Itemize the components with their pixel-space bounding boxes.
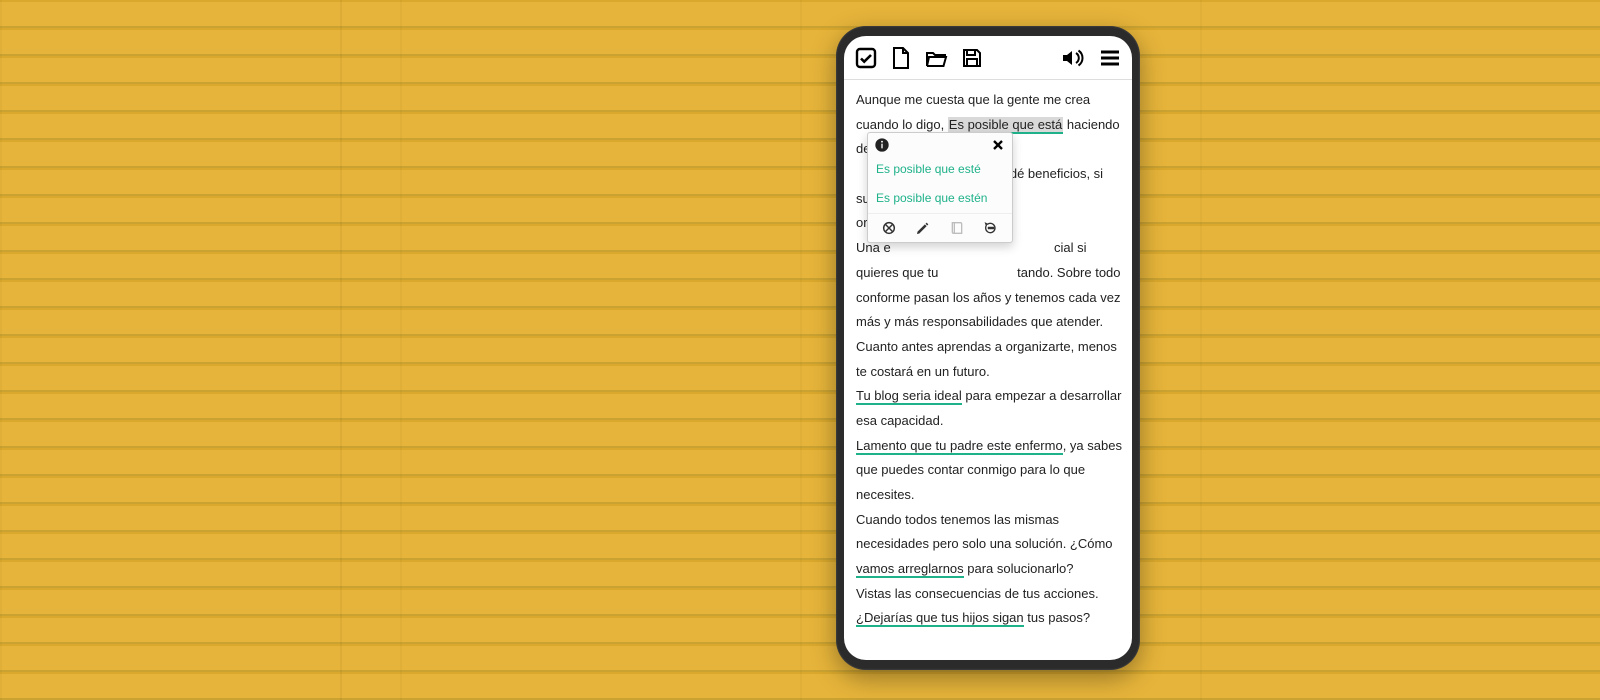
speaker-icon[interactable]	[1060, 46, 1084, 70]
popover-header	[868, 133, 1012, 155]
grammar-underline[interactable]: Lamento que tu padre este enfermo	[856, 438, 1063, 455]
new-file-icon[interactable]	[888, 46, 912, 70]
editor-content[interactable]: Aunque me cuesta que la gente me crea cu…	[844, 80, 1132, 660]
paragraph-2: Una e xxxxxxxxxxxxxxxxxxxxxxxx cial si q…	[856, 236, 1122, 384]
paragraph-6: Vistas las consecuencias de tus acciones…	[856, 582, 1122, 631]
grammar-underline[interactable]: vamos arreglarnos	[856, 561, 964, 578]
book-icon	[949, 220, 965, 236]
paragraph-3: Tu blog seria ideal para empezar a desar…	[856, 384, 1122, 433]
top-toolbar	[844, 36, 1132, 80]
pencil-icon[interactable]	[915, 220, 931, 236]
suggestion-option[interactable]: Es posible que estén	[868, 184, 1012, 213]
speech-bubble-icon[interactable]	[983, 220, 999, 236]
grammar-underline[interactable]: ¿Dejarías que tus hijos sigan	[856, 610, 1024, 627]
popover-actions	[868, 213, 1012, 242]
grammar-underline[interactable]: Tu blog seria ideal	[856, 388, 962, 405]
paragraph-5: Cuando todos tenemos las mismas necesida…	[856, 508, 1122, 582]
text: tus pasos?	[1024, 610, 1091, 625]
info-icon[interactable]	[874, 137, 890, 153]
hamburger-menu-icon[interactable]	[1098, 46, 1122, 70]
text: tando. Sobre todo conforme pasan los año…	[856, 265, 1121, 379]
save-floppy-icon[interactable]	[960, 46, 984, 70]
wood-background	[0, 0, 1600, 700]
text: para solucionarlo?	[964, 561, 1074, 576]
checkbox-check-icon[interactable]	[854, 46, 878, 70]
app-screen: Aunque me cuesta que la gente me crea cu…	[844, 36, 1132, 660]
close-icon[interactable]	[990, 137, 1006, 153]
text: Vistas las consecuencias de tus acciones…	[856, 586, 1099, 601]
paragraph-4: Lamento que tu padre este enfermo, ya sa…	[856, 434, 1122, 508]
folder-open-icon[interactable]	[924, 46, 948, 70]
ignore-icon[interactable]	[881, 220, 897, 236]
phone-frame: Aunque me cuesta que la gente me crea cu…	[836, 26, 1140, 670]
suggestion-popover: Es posible que esté Es posible que estén	[867, 132, 1013, 243]
suggestion-option[interactable]: Es posible que esté	[868, 155, 1012, 184]
text: Cuando todos tenemos las mismas necesida…	[856, 512, 1113, 552]
